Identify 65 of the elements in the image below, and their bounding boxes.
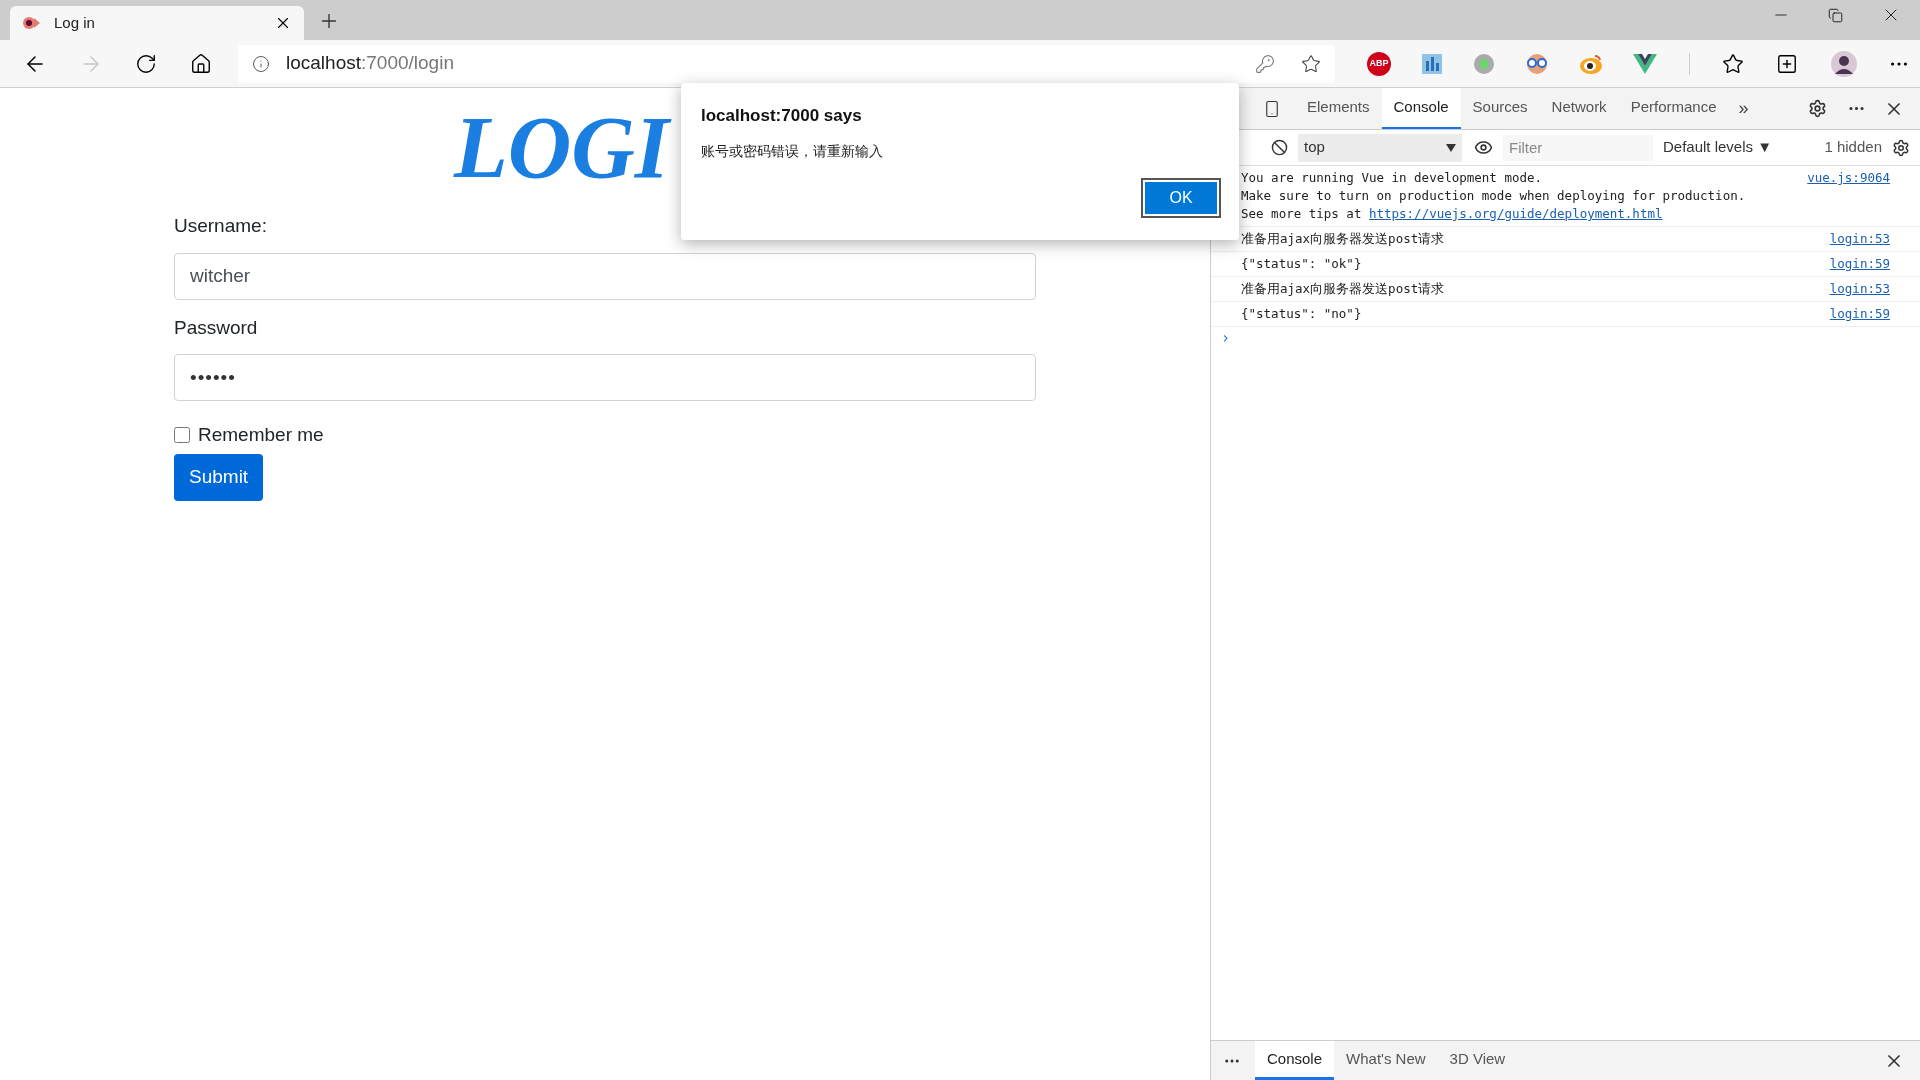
clear-console-icon[interactable] (1271, 139, 1288, 156)
console-message: 准备用ajax向服务器发送post请求 (1241, 280, 1446, 298)
console-message: See more tips at https://vuejs.org/guide/deployment.html (1241, 205, 1664, 223)
devtools-tab[interactable]: Elements (1295, 88, 1382, 129)
hidden-count: 1 hidden (1824, 137, 1882, 158)
url-path: :7000/login (361, 51, 454, 76)
vue-extension-icon[interactable] (1633, 53, 1657, 74)
context-select[interactable]: top (1298, 133, 1462, 162)
devtools-tab[interactable]: Performance (1618, 88, 1729, 129)
dropdown-caret-icon (1446, 143, 1456, 152)
adblock-extension-icon[interactable]: ABP (1367, 51, 1391, 76)
home-icon[interactable] (190, 52, 212, 75)
reload-icon[interactable] (135, 52, 157, 75)
devtools-tab[interactable]: Sources (1460, 88, 1540, 129)
console-message: 准备用ajax向服务器发送post请求 (1241, 230, 1446, 248)
username-field[interactable]: witcher (174, 252, 1036, 300)
console-message: {"status": "no"} (1241, 305, 1363, 323)
field-label: Password (174, 315, 259, 340)
filter-field[interactable]: Filter (1503, 134, 1653, 161)
console-settings-icon[interactable] (1892, 138, 1910, 157)
device-toolbar-icon[interactable] (1263, 99, 1281, 118)
ok-button[interactable]: OK (1143, 179, 1219, 216)
settings-icon[interactable] (1808, 99, 1827, 118)
remember-label: Remember me (198, 423, 324, 447)
source-link[interactable]: login:53 (1829, 280, 1890, 298)
login-heading: LOGI (454, 98, 673, 198)
favorite-star-icon[interactable] (1301, 53, 1321, 74)
key-icon[interactable] (1255, 53, 1275, 74)
collections-icon[interactable] (1776, 52, 1798, 75)
more-tabs-button[interactable]: » (1738, 95, 1749, 122)
profile-avatar-icon[interactable] (1830, 49, 1858, 78)
log-levels-dropdown[interactable]: Default levels ▼ (1663, 136, 1773, 159)
devtools-tab[interactable]: Console (1381, 88, 1461, 129)
source-link[interactable]: login:53 (1829, 230, 1890, 248)
address-bar[interactable]: localhost:7000/login (238, 44, 1335, 83)
site-info-icon[interactable] (252, 54, 270, 73)
devtools-tab[interactable]: Network (1539, 88, 1619, 129)
drawer-tab[interactable]: Console (1255, 1041, 1335, 1080)
browser-tab[interactable]: Log in (10, 6, 304, 40)
field-label: Username: (174, 214, 268, 238)
source-link[interactable]: vue.js:9064 (1807, 169, 1890, 187)
console-message: You are running Vue in development mode. (1241, 169, 1544, 187)
eye-extension-icon[interactable] (1579, 52, 1603, 75)
url-host: localhost (286, 51, 361, 76)
source-link[interactable]: login:59 (1829, 255, 1890, 273)
tab-title: Log in (54, 12, 96, 33)
console-prompt[interactable]: › (1221, 329, 1231, 347)
password-field[interactable]: •••••• (174, 354, 1036, 401)
favorites-icon[interactable] (1722, 52, 1744, 75)
source-link[interactable]: login:59 (1829, 305, 1890, 323)
drawer-tab[interactable]: 3D View (1437, 1041, 1518, 1080)
context-value: top (1304, 137, 1326, 158)
console-link[interactable]: https://vuejs.org/guide/deployment.html (1368, 206, 1663, 221)
glasses-extension-icon[interactable] (1525, 52, 1549, 75)
dialog-message: 账号或密码错误，请重新输入 (701, 141, 884, 161)
drawer-tab[interactable]: What's New (1334, 1041, 1438, 1080)
restore-icon[interactable] (1828, 7, 1843, 23)
tab-favicon-icon (22, 15, 42, 31)
remember-checkbox[interactable] (174, 427, 190, 444)
submit-button[interactable]: Submit (174, 453, 264, 501)
console-message: {"status": "ok"} (1241, 255, 1363, 273)
live-expression-icon[interactable] (1474, 138, 1493, 157)
chart-extension-icon[interactable] (1421, 52, 1443, 75)
dialog-title: localhost:7000 says (701, 105, 863, 127)
console-message: Make sure to turn on production mode when deploying for production. (1241, 187, 1747, 205)
